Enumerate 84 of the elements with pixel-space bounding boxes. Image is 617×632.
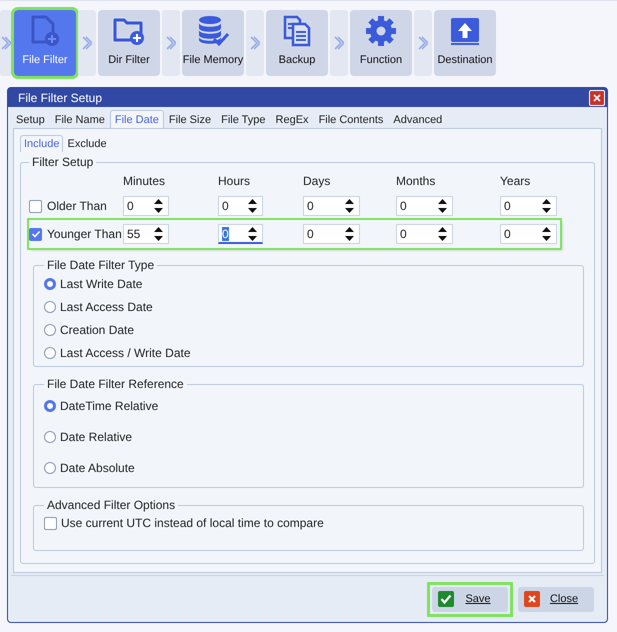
spin-field[interactable]: 0	[500, 224, 557, 244]
step-button[interactable]: File Memory	[182, 10, 244, 76]
radio-button[interactable]	[44, 278, 56, 290]
chevron-icon	[78, 10, 96, 76]
chevron-icon	[162, 10, 180, 76]
step-button[interactable]: Backup	[266, 10, 328, 76]
tab[interactable]: File Date	[110, 110, 164, 128]
spin-arrows-icon	[438, 199, 447, 213]
spin-arrows-icon	[438, 227, 447, 241]
radio-label: Date Relative	[60, 430, 132, 444]
tab[interactable]: Setup	[11, 110, 50, 128]
documents-icon	[282, 15, 312, 47]
checkbox-label: Use current UTC instead of local time to compare	[61, 516, 324, 530]
radio-label: Creation Date	[60, 323, 134, 337]
spin-arrows-icon	[154, 227, 163, 241]
upload-icon	[449, 16, 481, 46]
close-icon	[524, 591, 540, 607]
radio-label: Last Access / Write Date	[60, 346, 190, 360]
spin-field[interactable]: 0	[218, 196, 263, 216]
column-label: Months	[396, 174, 436, 188]
tab[interactable]: Advanced	[388, 110, 448, 128]
close-icon	[593, 94, 601, 102]
spin-arrows-icon	[154, 199, 163, 213]
tab[interactable]: File Size	[164, 110, 216, 128]
chevron-icon	[414, 10, 432, 76]
spin-arrows-icon	[542, 199, 551, 213]
close-button[interactable]: Close	[518, 586, 594, 612]
tab[interactable]: File Name	[50, 110, 110, 128]
spin-arrows-icon	[248, 226, 257, 240]
spin-arrows-icon	[248, 199, 257, 213]
chevron-icon	[330, 10, 348, 76]
spin-arrows-icon	[345, 227, 354, 241]
dialog-title: File Filter Setup	[18, 90, 102, 104]
group-title: File Date Filter Reference	[46, 377, 185, 391]
radio-button[interactable]	[44, 301, 56, 313]
radio-label: Date Absolute	[60, 461, 135, 475]
spin-field[interactable]: 0	[500, 196, 557, 216]
spin-field[interactable]: 0	[396, 196, 453, 216]
radio-button[interactable]	[44, 462, 56, 474]
step-button[interactable]: Dir Filter	[98, 10, 160, 76]
step-button[interactable]: Function	[350, 10, 412, 76]
checkmark-icon	[438, 591, 454, 607]
spin-field[interactable]: 0	[303, 196, 360, 216]
radio-button[interactable]	[44, 347, 56, 359]
tab[interactable]: RegEx	[270, 110, 314, 128]
column-label: Minutes	[123, 174, 166, 188]
checkbox-label: Younger Than	[47, 227, 122, 241]
radio-button[interactable]	[44, 400, 56, 412]
chevron-icon	[0, 10, 12, 76]
tab[interactable]: Exclude	[63, 135, 111, 152]
radio-label: Last Write Date	[60, 277, 142, 291]
database-check-icon	[197, 15, 229, 47]
close-button[interactable]	[589, 90, 605, 106]
spin-field[interactable]: 55	[123, 224, 169, 244]
step-button[interactable]: File Filter	[14, 10, 76, 76]
spin-arrows-icon	[542, 227, 551, 241]
column-label: Hours	[218, 174, 252, 188]
tab[interactable]: Include	[20, 135, 64, 152]
radio-label: DateTime Relative	[60, 399, 158, 413]
folder-add-icon	[113, 16, 145, 46]
checkbox[interactable]	[44, 516, 57, 530]
group-title: Filter Setup	[31, 155, 94, 169]
spin-arrows-icon	[345, 199, 354, 213]
save-button[interactable]: Save	[432, 586, 508, 612]
checkbox-label: Older Than	[47, 199, 107, 213]
tab[interactable]: File Contents	[314, 110, 388, 128]
column-label: Years	[500, 174, 532, 188]
spin-field[interactable]: 0	[218, 224, 263, 244]
checkbox[interactable]	[29, 200, 42, 212]
file-add-icon	[30, 15, 60, 47]
column-label: Days	[303, 174, 332, 188]
spin-field[interactable]: 0	[303, 224, 360, 244]
group-title: File Date Filter Type	[46, 258, 156, 272]
radio-button[interactable]	[44, 431, 56, 443]
spin-field[interactable]: 0	[123, 196, 169, 216]
spin-field[interactable]: 0	[396, 224, 453, 244]
chevron-icon	[246, 10, 264, 76]
settings-icon	[365, 15, 397, 47]
checkbox[interactable]	[29, 228, 42, 240]
radio-label: Last Access Date	[60, 300, 153, 314]
group-title: Advanced Filter Options	[46, 498, 176, 512]
radio-button[interactable]	[44, 324, 56, 336]
tab[interactable]: File Type	[216, 110, 271, 128]
step-button[interactable]: Destination	[434, 10, 496, 76]
